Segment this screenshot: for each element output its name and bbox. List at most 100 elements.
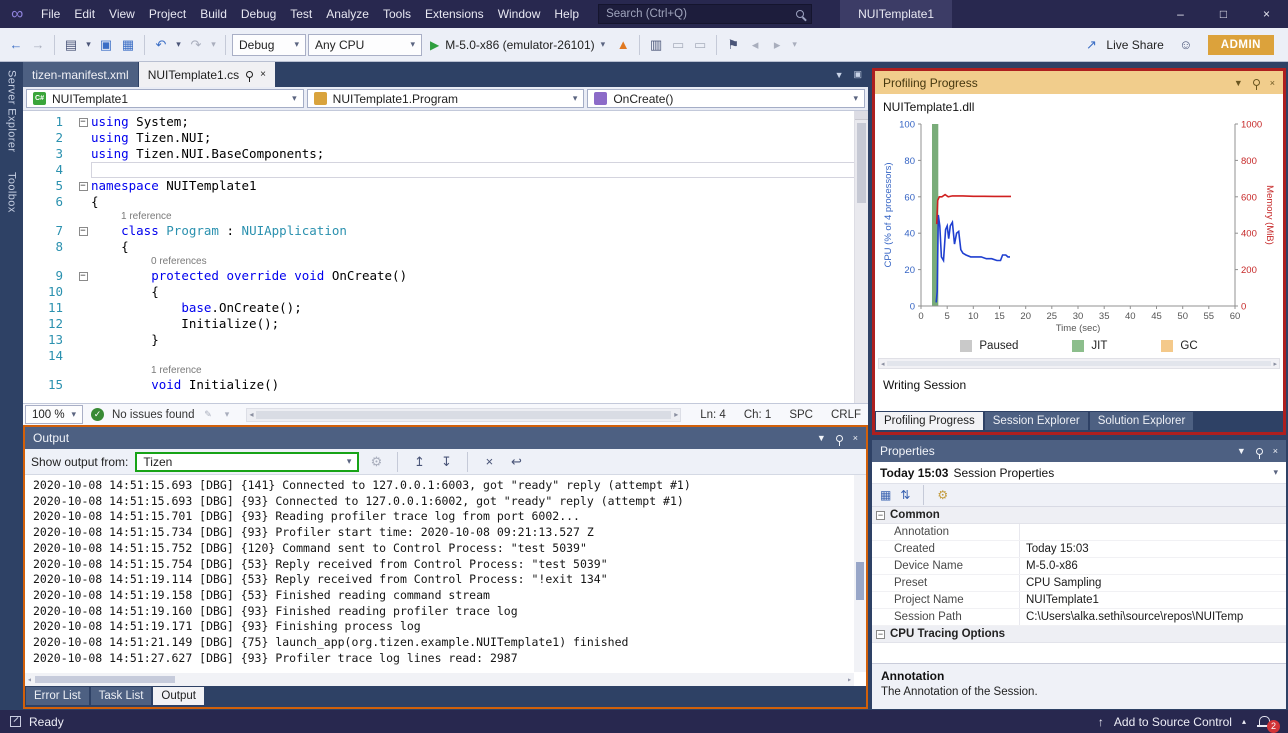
pin-icon[interactable] xyxy=(1256,448,1263,455)
space-mode-indicator[interactable]: SPC xyxy=(784,409,818,421)
fold-icon[interactable]: − xyxy=(79,118,88,127)
splitter-handle[interactable] xyxy=(855,111,868,120)
tab-error-list[interactable]: Error List xyxy=(26,687,89,705)
side-tab-toolbox[interactable]: Toolbox xyxy=(6,172,18,213)
output-source-select[interactable]: Tizen ▾ xyxy=(135,452,359,472)
save-all-icon[interactable]: ▦ xyxy=(118,33,138,57)
fold-icon[interactable]: − xyxy=(79,227,88,236)
tab-output[interactable]: Output xyxy=(153,687,204,705)
chevron-down-icon[interactable]: ▾ xyxy=(83,33,94,57)
undo-icon[interactable]: ↶ xyxy=(151,33,171,57)
project-dropdown[interactable]: C# NUITemplate1 ▾ xyxy=(26,89,304,108)
editor-scrollbar[interactable] xyxy=(854,111,868,403)
feedback-icon[interactable]: ☺ xyxy=(1176,33,1196,57)
scrollbar-thumb[interactable] xyxy=(856,562,864,600)
tab-task-list[interactable]: Task List xyxy=(91,687,152,705)
redo-icon[interactable]: ↷ xyxy=(186,33,206,57)
scroll-right-icon[interactable]: ▸ xyxy=(674,410,678,419)
chevron-down-icon[interactable]: ▾ xyxy=(208,33,219,57)
close-button[interactable]: × xyxy=(1245,0,1288,28)
scrollbar-thumb[interactable] xyxy=(256,411,671,419)
property-row[interactable]: Annotation xyxy=(872,524,1286,541)
scrollbar-thumb[interactable] xyxy=(857,123,866,203)
type-dropdown[interactable]: NUITemplate1.Program ▾ xyxy=(307,89,585,108)
doc-tab-nuitemplate1-cs[interactable]: NUITemplate1.cs× xyxy=(139,62,275,87)
device-manager-icon[interactable]: ▥ xyxy=(646,33,666,57)
scrollbar-thumb[interactable] xyxy=(887,361,1272,366)
admin-button[interactable]: ADMIN xyxy=(1208,35,1274,55)
flame-icon[interactable]: ▲ xyxy=(613,33,633,57)
comment-icon[interactable]: ▭ xyxy=(668,33,688,57)
member-dropdown[interactable]: OnCreate() ▾ xyxy=(587,89,865,108)
menu-build[interactable]: Build xyxy=(193,0,234,28)
solution-platform-select[interactable]: Any CPU ▾ xyxy=(308,34,422,56)
eol-indicator[interactable]: CRLF xyxy=(826,409,866,421)
object-selector[interactable]: Today 15:03 Session Properties ▾ xyxy=(872,462,1286,484)
minimize-button[interactable]: – xyxy=(1159,0,1202,28)
background-tasks-icon[interactable] xyxy=(10,716,21,727)
scrollbar-thumb[interactable] xyxy=(35,676,175,683)
categorize-icon[interactable]: ▦ xyxy=(880,488,891,502)
pin-icon[interactable] xyxy=(1253,79,1260,86)
bookmark-icon[interactable]: ⚑ xyxy=(723,33,743,57)
menu-project[interactable]: Project xyxy=(142,0,193,28)
new-project-icon[interactable]: ▤ xyxy=(61,33,81,57)
menu-analyze[interactable]: Analyze xyxy=(319,0,376,28)
tab-profiling-progress[interactable]: Profiling Progress xyxy=(876,412,983,430)
category-cpu-tracing-options[interactable]: −CPU Tracing Options xyxy=(872,626,1286,643)
navigate-forward-icon[interactable]: → xyxy=(28,33,48,57)
scroll-left-icon[interactable]: ◂ xyxy=(249,410,253,419)
comment-icon[interactable]: ▭ xyxy=(690,33,710,57)
bookmark-next-icon[interactable]: ▸ xyxy=(767,33,787,57)
menu-window[interactable]: Window xyxy=(491,0,548,28)
window-position-icon[interactable]: ▼ xyxy=(817,433,826,443)
collapse-icon[interactable]: − xyxy=(876,630,885,639)
sort-alphabetical-icon[interactable]: ⇅ xyxy=(900,488,910,502)
profiling-header[interactable]: Profiling Progress ▼ × xyxy=(875,71,1283,94)
doc-tab-tizen-manifest-xml[interactable]: tizen-manifest.xml xyxy=(23,62,138,87)
close-icon[interactable]: × xyxy=(853,433,858,443)
window-position-icon[interactable]: ▼ xyxy=(1237,446,1246,456)
code-editor[interactable]: 1−using System;2using Tizen.NUI;3using T… xyxy=(23,111,868,403)
menu-file[interactable]: File xyxy=(34,0,67,28)
scroll-left-icon[interactable]: ◂ xyxy=(881,360,885,368)
chevron-down-icon[interactable]: ▾ xyxy=(173,33,184,57)
notifications-button[interactable]: 2 xyxy=(1256,713,1278,731)
chevron-up-icon[interactable]: ▴ xyxy=(1242,717,1246,726)
live-share-button[interactable]: ↗ Live Share xyxy=(1081,33,1163,57)
collapse-icon[interactable]: − xyxy=(876,511,885,520)
editor-horizontal-scrollbar[interactable]: ◂ ▸ xyxy=(246,408,681,422)
close-icon[interactable]: × xyxy=(1273,446,1278,456)
float-window-icon[interactable]: ▣ xyxy=(853,69,862,80)
output-log[interactable]: 2020-10-08 14:51:15.693 [DBG] {141} Conn… xyxy=(25,475,866,686)
category-common[interactable]: −Common xyxy=(872,507,1286,524)
scroll-left-icon[interactable]: ◂ xyxy=(27,672,32,686)
scroll-right-icon[interactable]: ▸ xyxy=(1273,360,1277,368)
active-files-dropdown-icon[interactable]: ▼ xyxy=(835,70,844,80)
chevron-down-icon[interactable]: ▾ xyxy=(789,33,800,57)
menu-debug[interactable]: Debug xyxy=(234,0,283,28)
property-row[interactable]: Session PathC:\Users\alka.sethi\source\r… xyxy=(872,609,1286,626)
code-cleanup-icon[interactable]: ✎ xyxy=(202,403,213,427)
save-icon[interactable]: ▣ xyxy=(96,33,116,57)
menu-tools[interactable]: Tools xyxy=(376,0,418,28)
menu-help[interactable]: Help xyxy=(547,0,586,28)
output-vertical-scrollbar[interactable] xyxy=(854,475,866,672)
search-input[interactable] xyxy=(606,8,790,20)
pin-icon[interactable] xyxy=(246,71,253,78)
search-box[interactable] xyxy=(598,4,812,24)
clear-all-icon[interactable]: × xyxy=(479,450,499,474)
previous-message-icon[interactable]: ↥ xyxy=(409,450,429,474)
health-indicator-icon[interactable]: ✓ xyxy=(91,408,104,421)
fold-icon[interactable]: − xyxy=(79,182,88,191)
start-debugging-button[interactable]: ▶ M-5.0-x86 (emulator-26101) ▾ xyxy=(424,33,611,57)
tab-solution-explorer[interactable]: Solution Explorer xyxy=(1090,412,1194,430)
word-wrap-icon[interactable]: ↩ xyxy=(506,450,526,474)
menu-view[interactable]: View xyxy=(102,0,142,28)
maximize-button[interactable]: □ xyxy=(1202,0,1245,28)
property-row[interactable]: Project NameNUITemplate1 xyxy=(872,592,1286,609)
property-row[interactable]: PresetCPU Sampling xyxy=(872,575,1286,592)
property-row[interactable]: CreatedToday 15:03 xyxy=(872,541,1286,558)
output-header[interactable]: Output ▼ × xyxy=(25,427,866,449)
window-position-icon[interactable]: ▼ xyxy=(1234,78,1243,88)
